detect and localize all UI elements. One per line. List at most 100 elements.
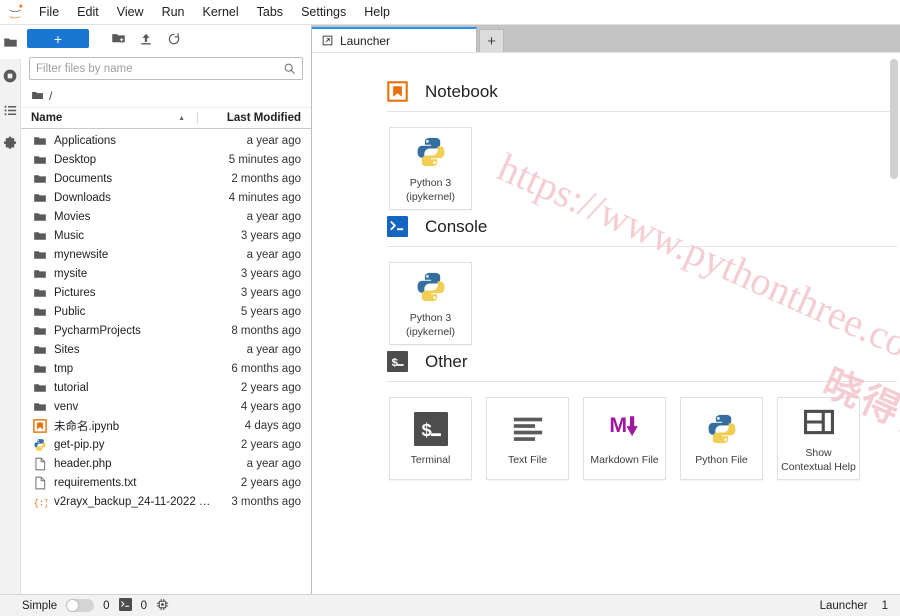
column-header-name[interactable]: Name ▲	[31, 112, 197, 124]
launcher-scrollbar[interactable]	[890, 59, 898, 179]
file-name: requirements.txt	[54, 476, 137, 489]
menu-file[interactable]: File	[30, 2, 68, 23]
folder-icon	[33, 400, 47, 414]
file-name: venv	[54, 400, 79, 413]
launcher-card-show[interactable]: Show Contextual Help	[777, 397, 860, 480]
new-launcher-button[interactable]: +	[27, 29, 89, 48]
launcher-card-label: Markdown File	[590, 453, 659, 466]
jupyterlab-window: File Edit View Run Kernel Tabs Settings …	[0, 0, 900, 616]
file-last-modified: 8 months ago	[231, 324, 301, 337]
upload-button[interactable]	[133, 28, 159, 50]
file-filter[interactable]	[29, 57, 303, 80]
folder-icon	[33, 153, 47, 167]
terminal-count[interactable]: 0	[141, 600, 147, 612]
running-circle-icon	[3, 69, 17, 83]
file-row[interactable]: Pictures 3 years ago	[21, 283, 311, 302]
menu-help[interactable]: Help	[355, 2, 399, 23]
upload-icon	[141, 33, 151, 44]
new-folder-button[interactable]	[105, 28, 131, 50]
folder-icon	[33, 134, 47, 148]
launcher-card-label: Show Contextual Help	[781, 447, 856, 473]
file-row[interactable]: Documents 2 months ago	[21, 169, 311, 188]
launcher-card-label: Text File	[507, 453, 548, 466]
launcher-card-markdown-file[interactable]: M Markdown File	[583, 397, 666, 480]
file-browser-panel: + Filter files by name / Name ▲ Last Mod…	[21, 25, 312, 594]
launcher-section-header: $ Other	[387, 351, 897, 382]
folder-icon	[33, 343, 47, 357]
file-row[interactable]: Public 5 years ago	[21, 302, 311, 321]
menu-edit[interactable]: Edit	[68, 2, 108, 23]
terminal-status-icon[interactable]	[118, 597, 132, 614]
menu-view[interactable]: View	[108, 2, 153, 23]
sidebar-item-file-browser[interactable]	[0, 25, 21, 59]
folder-icon	[33, 267, 47, 281]
console-icon	[387, 216, 408, 237]
refresh-button[interactable]	[161, 28, 187, 50]
kernel-count[interactable]: 0	[103, 600, 109, 612]
file-row[interactable]: venv 4 years ago	[21, 397, 311, 416]
folder-icon	[3, 37, 17, 47]
file-name: Movies	[54, 210, 91, 223]
launcher-card-row: Python 3 (ipykernel)	[387, 114, 900, 216]
file-last-modified: a year ago	[246, 134, 301, 147]
python-icon	[33, 438, 47, 452]
sidebar-item-extensions[interactable]	[0, 127, 21, 161]
breadcrumb-root[interactable]: /	[49, 89, 52, 103]
search-input[interactable]	[36, 62, 283, 75]
launcher-card-text-file[interactable]: Text File	[486, 397, 569, 480]
launcher-section-header: Console	[387, 216, 897, 247]
menu-kernel[interactable]: Kernel	[194, 2, 248, 23]
sidebar-item-running[interactable]	[0, 59, 21, 93]
launcher-sections: Notebook Python 3 (ipykernel) Console Pyth…	[312, 53, 900, 486]
status-active-tab[interactable]: Launcher	[820, 600, 868, 612]
status-left: Simple 0 0	[10, 597, 169, 614]
file-row[interactable]: mynewsite a year ago	[21, 245, 311, 264]
file-row[interactable]: Music 3 years ago	[21, 226, 311, 245]
menu-tabs[interactable]: Tabs	[248, 2, 292, 23]
notebook-icon	[387, 81, 408, 102]
file-last-modified: 2 years ago	[240, 438, 301, 451]
file-list[interactable]: Applications a year ago Desktop 5 minutes a…	[21, 129, 311, 594]
file-row[interactable]: tmp 6 months ago	[21, 359, 311, 378]
file-row[interactable]: tutorial 2 years ago	[21, 378, 311, 397]
file-row[interactable]: requirements.txt 2 years ago	[21, 473, 311, 492]
new-tab-button[interactable]: +	[479, 29, 504, 52]
file-row[interactable]: Downloads 4 minutes ago	[21, 188, 311, 207]
launcher-section-title: Other	[425, 351, 468, 371]
file-row[interactable]: PycharmProjects 8 months ago	[21, 321, 311, 340]
sidebar-item-commands[interactable]	[0, 93, 21, 127]
breadcrumb[interactable]: /	[21, 84, 311, 108]
folder-icon	[33, 210, 47, 224]
simple-mode-toggle[interactable]	[66, 599, 95, 612]
file-row[interactable]: Applications a year ago	[21, 131, 311, 150]
file-row[interactable]: 未命名.ipynb 4 days ago	[21, 416, 311, 435]
file-last-modified: 2 years ago	[240, 476, 301, 489]
cpu-status-icon[interactable]	[156, 598, 169, 614]
file-row[interactable]: Desktop 5 minutes ago	[21, 150, 311, 169]
file-icon	[33, 476, 47, 490]
status-tab-index[interactable]: 1	[882, 600, 888, 612]
folder-icon	[33, 172, 47, 186]
file-browser-toolbar: +	[21, 25, 311, 52]
launcher-card-python-3[interactable]: Python 3 (ipykernel)	[389, 127, 472, 210]
file-last-modified: 6 months ago	[231, 362, 301, 375]
folder-icon	[33, 229, 47, 243]
launcher-card-python-file[interactable]: Python File	[680, 397, 763, 480]
tab-bar: Launcher +	[312, 25, 900, 52]
file-row[interactable]: header.php a year ago	[21, 454, 311, 473]
file-row[interactable]: {:} v2rayx_backup_24-11-2022 … 3 months ag…	[21, 492, 311, 511]
file-row[interactable]: get-pip.py 2 years ago	[21, 435, 311, 454]
tab-launcher[interactable]: Launcher	[312, 27, 477, 52]
file-row[interactable]: Movies a year ago	[21, 207, 311, 226]
python-icon	[33, 438, 47, 452]
launcher-card-python-3[interactable]: Python 3 (ipykernel)	[389, 262, 472, 345]
file-row[interactable]: Sites a year ago	[21, 340, 311, 359]
menu-settings[interactable]: Settings	[292, 2, 355, 23]
menu-run[interactable]: Run	[153, 2, 194, 23]
column-header-last-modified[interactable]: Last Modified	[197, 112, 301, 124]
file-row[interactable]: mysite 3 years ago	[21, 264, 311, 283]
list-icon	[4, 105, 16, 115]
status-right: Launcher 1	[820, 600, 890, 612]
svg-text:M: M	[609, 413, 627, 437]
launcher-card-terminal[interactable]: $ Terminal	[389, 397, 472, 480]
